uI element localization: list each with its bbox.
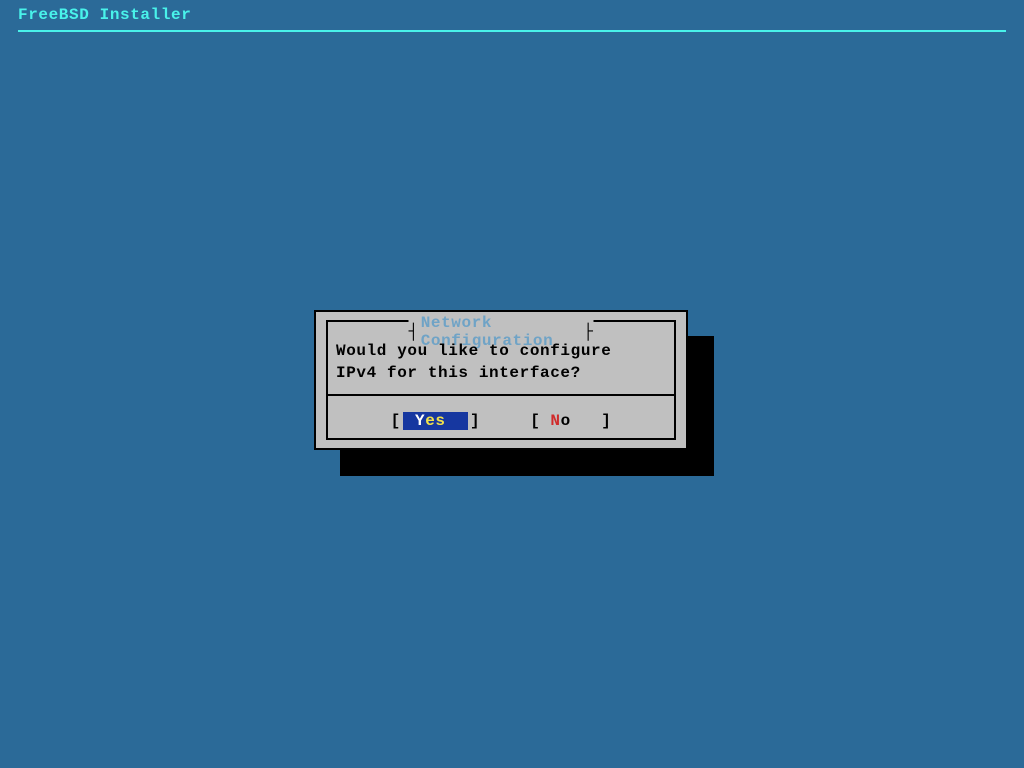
network-config-dialog: ┤ Network Configuration ├ Would you like… <box>314 310 688 450</box>
no-rest: o <box>561 412 571 430</box>
title-pipe-right: ├ <box>583 323 593 341</box>
button-separator <box>326 394 676 396</box>
yes-button[interactable]: [ Yes ] <box>391 412 481 430</box>
title-pipe-left: ┤ <box>409 323 419 341</box>
yes-accel: Y <box>415 412 425 430</box>
no-accel: N <box>550 412 560 430</box>
bracket-open: [ <box>530 412 540 430</box>
dialog-body-line2: IPv4 for this interface? <box>336 364 581 382</box>
bracket-close: ] <box>470 412 480 430</box>
button-row: [ Yes ] [ No ] <box>326 402 676 440</box>
no-button[interactable]: [ No ] <box>530 412 611 430</box>
page-title: FreeBSD Installer <box>18 6 191 24</box>
header-divider <box>18 30 1006 32</box>
dialog-body: Would you like to configure IPv4 for thi… <box>336 340 666 384</box>
bracket-open: [ <box>391 412 401 430</box>
dialog-body-line1: Would you like to configure <box>336 342 611 360</box>
bracket-close: ] <box>601 412 611 430</box>
yes-rest: es <box>425 412 445 430</box>
